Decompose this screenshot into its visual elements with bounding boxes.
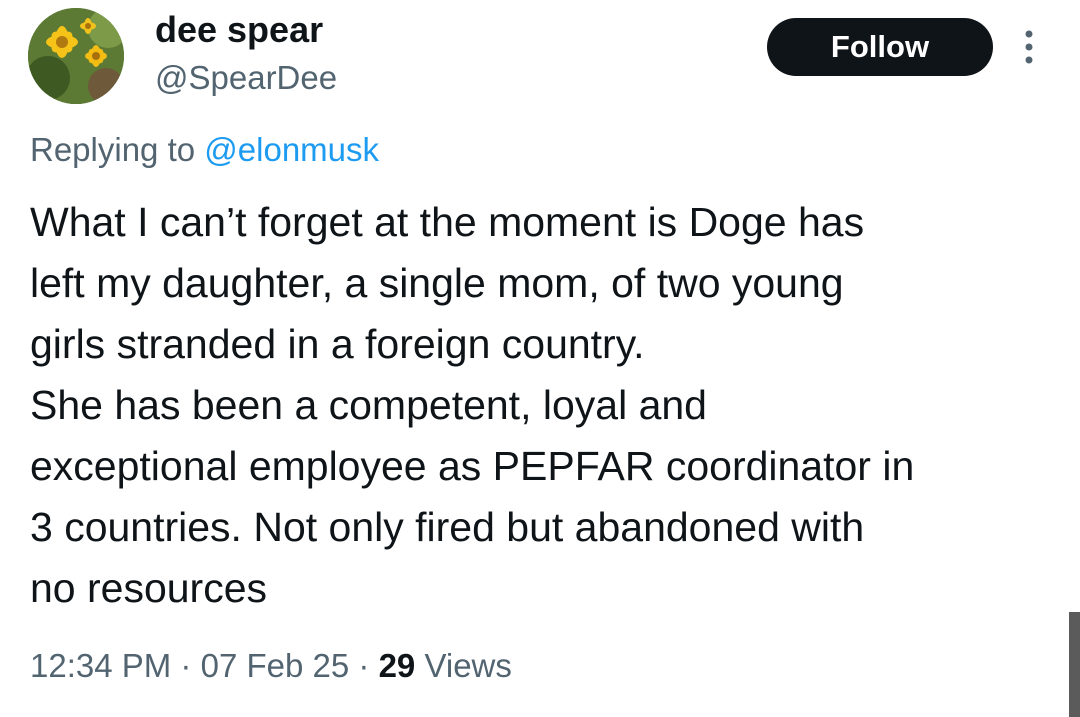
avatar[interactable] [28,8,124,104]
tweet-line: exceptional employee as PEPFAR coordinat… [30,443,915,489]
tweet-line: What I can’t forget at the moment is Dog… [30,199,865,245]
tweet-line: no resources [30,565,268,611]
views-label[interactable]: Views [424,647,511,684]
views-count[interactable]: 29 [379,647,416,684]
follow-button[interactable]: Follow [767,18,993,76]
reply-handle-link[interactable]: @elonmusk [204,131,379,168]
tweet-line: left my daughter, a single mom, of two y… [30,260,844,306]
more-vertical-icon[interactable] [1017,28,1041,68]
meta-separator: · [180,647,192,684]
scrollbar-thumb[interactable] [1069,612,1080,717]
author-handle[interactable]: @SpearDee [155,56,337,100]
tweet-date[interactable]: 07 Feb 25 [201,647,350,684]
flower-avatar-icon [28,8,124,104]
tweet-line: 3 countries. Not only fired but abandone… [30,504,865,550]
tweet-meta: 12:34 PM · 07 Feb 25 · 29 Views [30,642,512,690]
replying-to: Replying to @elonmusk [30,128,379,172]
tweet-line: She has been a competent, loyal and [30,382,707,428]
tweet-time[interactable]: 12:34 PM [30,647,171,684]
meta-separator: · [358,647,370,684]
replying-to-label: Replying to [30,131,196,168]
author-display-name[interactable]: dee spear [155,8,323,52]
tweet-line: girls stranded in a foreign country. [30,321,645,367]
tweet-text: What I can’t forget at the moment is Dog… [30,192,1050,619]
